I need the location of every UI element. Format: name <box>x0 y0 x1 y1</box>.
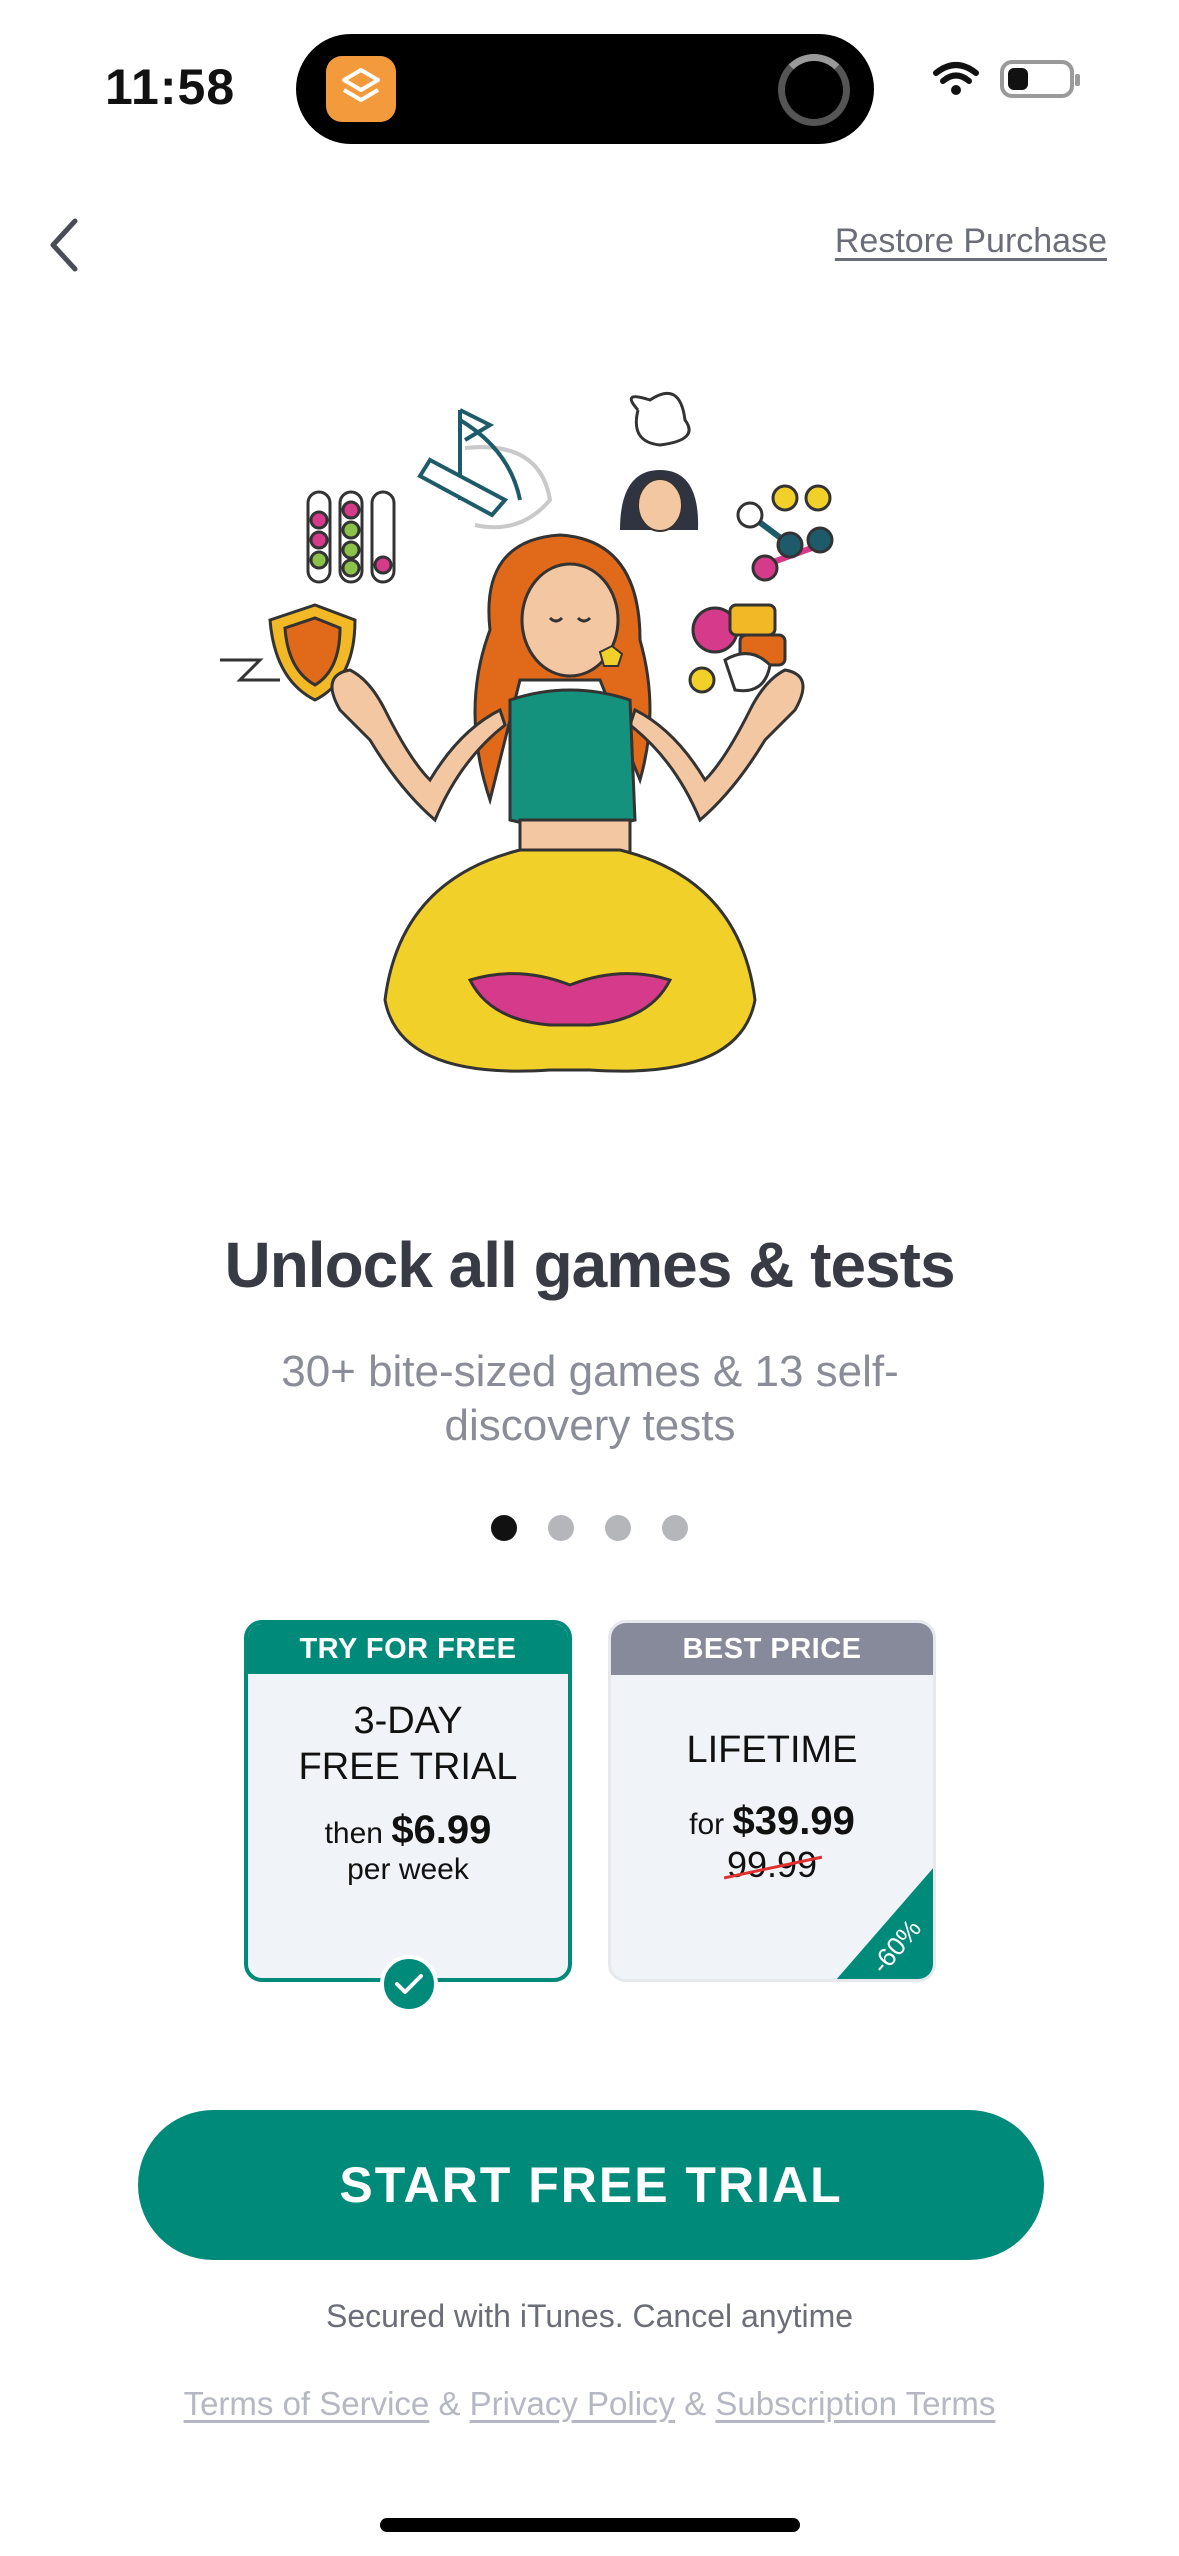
plan-price: $39.99 <box>732 1799 855 1843</box>
plan-badge: TRY FOR FREE <box>248 1624 568 1674</box>
restore-purchase-link[interactable]: Restore Purchase <box>835 222 1107 261</box>
plan-price-line: for $39.99 <box>611 1799 933 1844</box>
plan-name: LIFETIME <box>686 1729 858 1771</box>
plan-card-trial[interactable]: TRY FOR FREE 3-DAY FREE TRIAL then $6.99… <box>244 1620 572 1982</box>
chevron-left-icon <box>50 218 78 272</box>
plan-name-line: 3-DAY <box>353 1700 463 1742</box>
old-price-value: 99.99 <box>726 1844 818 1885</box>
plan-name: 3-DAY FREE TRIAL <box>248 1698 568 1790</box>
top <box>508 688 637 829</box>
dot-puzzle-icon <box>736 484 834 582</box>
page-indicator[interactable] <box>0 1515 1179 1541</box>
right-arm <box>628 668 805 823</box>
amp-separator: & <box>438 2385 461 2422</box>
for-label: for <box>689 1808 725 1841</box>
wifi-icon <box>933 62 979 95</box>
terms-link[interactable]: Terms of Service <box>184 2385 430 2422</box>
legs <box>383 848 757 1073</box>
page-dot[interactable] <box>548 1515 574 1541</box>
dynamic-island <box>296 34 874 144</box>
plan-card-lifetime[interactable]: BEST PRICE LIFETIME for $39.99 99.99 -60… <box>608 1620 936 1982</box>
subscription-terms-link[interactable]: Subscription Terms <box>715 2385 995 2422</box>
stressed-person-icon <box>620 391 699 532</box>
page-title: Unlock all games & tests <box>224 1229 955 1301</box>
plan-name-line: FREE TRIAL <box>298 1746 518 1788</box>
discount-ribbon: -60% <box>836 1868 933 1979</box>
secured-note: Secured with iTunes. Cancel anytime <box>325 2298 854 2334</box>
legal-links: Terms of Service & Privacy Policy & Subs… <box>0 2385 1179 2423</box>
plan-price: $6.99 <box>391 1808 492 1852</box>
back-button[interactable] <box>38 210 90 280</box>
status-icons <box>932 60 1080 98</box>
start-free-trial-button[interactable]: START FREE TRIAL <box>138 2110 1044 2260</box>
then-label: then <box>324 1817 383 1850</box>
test-tubes-icon <box>306 490 396 584</box>
battery-icon <box>1000 60 1080 98</box>
page-subtitle: 30+ bite-sized games & 13 self-discovery… <box>281 1347 899 1450</box>
status-time: 11:58 <box>105 59 236 115</box>
page-dot[interactable] <box>662 1515 688 1541</box>
selected-check-icon <box>380 1955 438 2013</box>
amp-separator: & <box>684 2385 707 2422</box>
home-indicator[interactable] <box>380 2518 800 2532</box>
page-dot[interactable] <box>605 1515 631 1541</box>
page-dot[interactable] <box>491 1515 517 1541</box>
plan-badge: BEST PRICE <box>611 1623 933 1675</box>
privacy-link[interactable]: Privacy Policy <box>470 2385 675 2422</box>
activity-spinner-icon <box>778 54 850 126</box>
plan-period: per week <box>347 1853 469 1886</box>
meditating-woman-illustration <box>220 391 834 1073</box>
flag-pencil-icon <box>417 408 553 530</box>
plan-price-line: then $6.99 <box>248 1808 568 1853</box>
shortcuts-app-icon <box>326 56 396 122</box>
